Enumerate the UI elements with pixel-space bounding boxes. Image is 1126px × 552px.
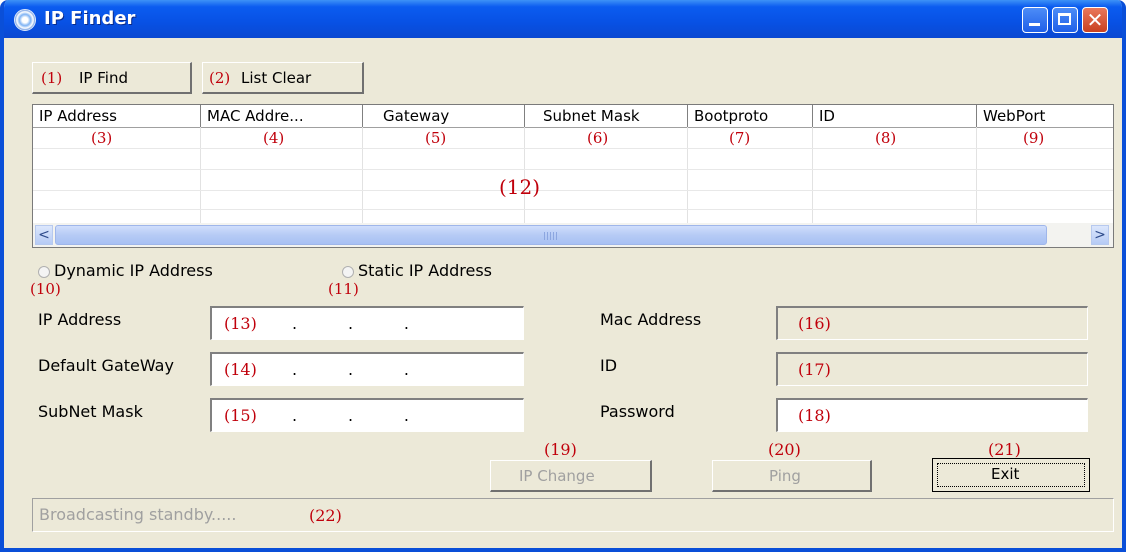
title-bar[interactable]: IP Finder ✕: [4, 0, 1122, 38]
static-ip-number: (11): [328, 280, 359, 298]
password-field[interactable]: (18): [776, 398, 1088, 432]
list-clear-button[interactable]: (2) List Clear: [202, 62, 364, 94]
password-label: Password: [600, 402, 675, 421]
id-label: ID: [600, 356, 618, 375]
mac-address-number: (16): [798, 314, 831, 333]
ip-change-number: (19): [544, 440, 577, 459]
list-header: IP Address MAC Addre... Gateway Subnet M…: [33, 105, 1113, 128]
column-header-ip-address[interactable]: IP Address: [33, 105, 201, 127]
ip-finder-window: IP Finder ✕ (1) IP Find (2) List Clear I…: [0, 0, 1126, 552]
close-icon: ✕: [1086, 8, 1104, 32]
dynamic-ip-label: Dynamic IP Address: [54, 261, 213, 280]
column-header-subnet-mask[interactable]: Subnet Mask: [525, 105, 688, 127]
ip-address-number: (13): [224, 314, 257, 333]
ip-find-number: (1): [41, 69, 63, 87]
maximize-button[interactable]: [1052, 7, 1078, 33]
default-gateway-number: (14): [224, 360, 257, 379]
column-number-bootproto: (7): [729, 129, 751, 147]
ping-number: (20): [768, 440, 801, 459]
grid-line: [33, 190, 1113, 191]
scroll-thumb[interactable]: [55, 225, 1047, 245]
mac-address-field: (16): [776, 306, 1088, 340]
column-number-webport: (9): [1023, 129, 1045, 147]
minimize-button[interactable]: [1022, 7, 1048, 33]
minimize-icon: [1029, 23, 1040, 26]
grid-line: [33, 209, 1113, 210]
ip-address-field[interactable]: (13) . . .: [210, 306, 524, 340]
subnet-mask-label: SubNet Mask: [38, 402, 143, 421]
ping-label: Ping: [769, 467, 801, 485]
window-title: IP Finder: [44, 8, 136, 29]
horizontal-scrollbar[interactable]: < >: [33, 223, 1113, 247]
subnet-mask-number: (15): [224, 406, 257, 425]
default-gateway-label: Default GateWay: [38, 356, 174, 375]
id-number: (17): [798, 360, 831, 379]
status-text: Broadcasting standby.....: [39, 505, 237, 524]
subnet-mask-value: . . .: [292, 406, 409, 425]
column-number-ip-address: (3): [91, 129, 113, 147]
ip-change-label: IP Change: [519, 467, 595, 485]
subnet-mask-field[interactable]: (15) . . .: [210, 398, 524, 432]
scroll-grip-icon: [544, 232, 558, 240]
scroll-left-icon[interactable]: <: [35, 225, 53, 245]
exit-number: (21): [988, 440, 1021, 459]
column-header-webport[interactable]: WebPort: [977, 105, 1113, 127]
ip-address-label: IP Address: [38, 310, 122, 329]
ip-address-value: . . .: [292, 314, 409, 333]
column-number-id: (8): [875, 129, 897, 147]
mac-address-label: Mac Address: [600, 310, 702, 329]
exit-button[interactable]: Exit: [932, 458, 1090, 492]
column-header-id[interactable]: ID: [813, 105, 977, 127]
static-ip-label: Static IP Address: [358, 261, 493, 280]
default-gateway-field[interactable]: (14) . . .: [210, 352, 524, 386]
grid-line: [33, 169, 1113, 170]
id-field: (17): [776, 352, 1088, 386]
column-number-gateway: (5): [425, 129, 447, 147]
maximize-icon: [1058, 13, 1071, 25]
column-number-subnet-mask: (6): [587, 129, 609, 147]
column-header-bootproto[interactable]: Bootproto: [688, 105, 813, 127]
column-number-mac-address: (4): [263, 129, 285, 147]
device-list[interactable]: IP Address MAC Addre... Gateway Subnet M…: [32, 104, 1114, 248]
list-clear-number: (2): [209, 69, 231, 87]
status-number: (22): [309, 506, 342, 525]
exit-label: Exit: [991, 465, 1020, 483]
password-number: (18): [798, 406, 831, 425]
list-clear-label: List Clear: [241, 69, 312, 87]
static-ip-radio[interactable]: [342, 266, 354, 278]
dynamic-ip-number: (10): [30, 280, 61, 298]
list-body-number: (12): [499, 175, 541, 199]
scroll-right-icon[interactable]: >: [1091, 225, 1109, 245]
grid-line: [33, 148, 1113, 149]
ip-change-button[interactable]: IP Change: [490, 460, 652, 492]
app-icon: [14, 9, 36, 31]
ip-find-label: IP Find: [79, 69, 128, 87]
ip-find-button[interactable]: (1) IP Find: [32, 62, 192, 94]
column-header-gateway[interactable]: Gateway: [363, 105, 525, 127]
default-gateway-value: . . .: [292, 360, 409, 379]
ping-button[interactable]: Ping: [712, 460, 872, 492]
close-button[interactable]: ✕: [1082, 7, 1108, 33]
status-bar: Broadcasting standby..... (22): [32, 498, 1114, 532]
dynamic-ip-radio[interactable]: [38, 266, 50, 278]
column-header-mac-address[interactable]: MAC Addre...: [201, 105, 363, 127]
